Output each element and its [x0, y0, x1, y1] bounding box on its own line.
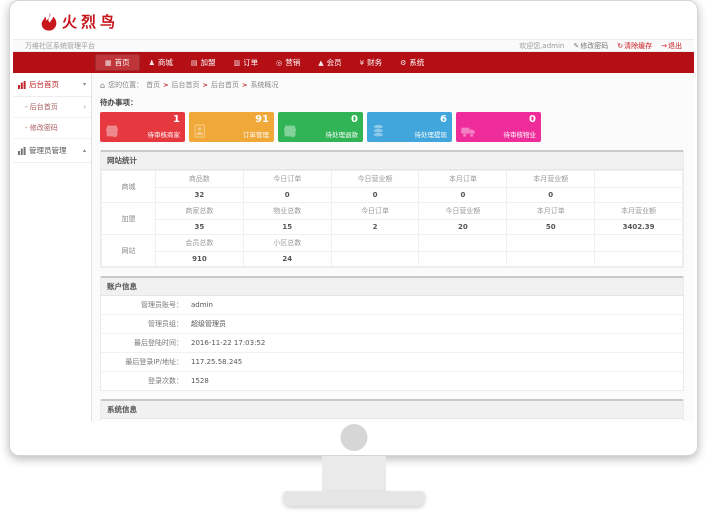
clear-cache-link[interactable]: ↻清除缓存 — [617, 41, 652, 51]
user-bar: 万维社区系统管理平台 欢迎您,admin ✎修改密码 ↻清除缓存 →退出 — [13, 39, 694, 52]
finance-icon: ¥ — [360, 59, 364, 67]
store-icon — [104, 123, 120, 139]
nav-item-mall[interactable]: ♟商城 — [140, 52, 182, 73]
nav-item-system[interactable]: ⚙系统 — [391, 52, 433, 73]
system-icon: ⚙ — [400, 59, 406, 67]
monitor-stand-base — [283, 491, 425, 506]
card-pending-refunds[interactable]: 0 待处理退款 — [278, 112, 363, 142]
monitor-camera — [340, 424, 367, 451]
todo-title: 待办事项： — [100, 97, 684, 108]
sidebar-group-dashboard[interactable]: 后台首页 ▾ — [13, 73, 91, 97]
content: 后台首页 ▾ - 后台首页 › - 修改密码 管理员管理 ▴ — [13, 73, 694, 421]
sidebar-group-admin-management[interactable]: 管理员管理 ▴ — [13, 139, 91, 163]
table-row: 网站 会员总数 小区总数 — [102, 235, 683, 252]
breadcrumb-item[interactable]: 首页 — [146, 80, 160, 90]
stats-table: 商城 商品数 今日订单 今日营业额 本月订单 本月营业额 32 — [101, 170, 683, 267]
franchise-icon: ▤ — [191, 59, 198, 67]
logout-icon: → — [661, 42, 667, 50]
arrow-right-icon: › — [83, 103, 86, 111]
sidebar-item-dashboard-home[interactable]: - 后台首页 › — [13, 97, 91, 118]
mall-icon: ♟ — [149, 59, 155, 67]
breadcrumb-item[interactable]: 后台首页 — [211, 80, 239, 90]
list-item: 管理员账号：admin — [101, 296, 683, 315]
order-person-icon — [193, 123, 209, 139]
list-item: 管理员组：超级管理员 — [101, 315, 683, 334]
breadcrumb-separator: > — [203, 81, 208, 89]
members-icon: ▲ — [318, 59, 323, 67]
breadcrumb: ⌂ 您的位置： 首页 > 后台首页 > 后台首页 > 系统概况 — [100, 80, 684, 90]
breadcrumb-item[interactable]: 系统概况 — [250, 80, 278, 90]
tagline: 万维社区系统管理平台 — [25, 41, 95, 51]
orders-icon: ▥ — [234, 59, 241, 67]
section-title: 账户信息 — [101, 276, 683, 296]
home-icon: ▦ — [105, 59, 112, 67]
main-nav: ▦首页 ♟商城 ▤加盟 ▥订单 ◎营销 ▲会员 ¥财务 ⚙系统 — [13, 52, 694, 73]
table-row: 910 24 — [102, 252, 683, 267]
chevron-down-icon: ▾ — [83, 81, 86, 88]
nav-item-orders[interactable]: ▥订单 — [225, 52, 268, 73]
section-site-stats: 网站统计 商城 商品数 今日订单 今日营业额 本月订单 本月营业 — [100, 150, 684, 268]
section-title: 网站统计 — [101, 150, 683, 170]
section-account-info: 账户信息 管理员账号：admin 管理员组：超级管理员 最后登陆时间：2016-… — [100, 276, 684, 391]
card-pending-property[interactable]: 0 待审核物业 — [456, 112, 541, 142]
sidebar-item-change-password[interactable]: - 修改密码 — [13, 118, 91, 139]
nav-item-finance[interactable]: ¥财务 — [351, 52, 391, 73]
logo-text: 火烈鸟 — [62, 11, 119, 32]
breadcrumb-separator: > — [242, 81, 247, 89]
change-password-link[interactable]: ✎修改密码 — [573, 41, 608, 51]
page: 火烈鸟 万维社区系统管理平台 欢迎您,admin ✎修改密码 ↻清除缓存 →退出… — [0, 0, 707, 514]
logout-link[interactable]: →退出 — [661, 41, 682, 51]
table-row: 商城 商品数 今日订单 今日营业额 本月订单 本月营业额 — [102, 171, 683, 188]
logo: 火烈鸟 — [41, 11, 119, 33]
bar-chart-icon — [18, 147, 26, 155]
app-header: 火烈鸟 — [13, 4, 694, 39]
main-panel: ⌂ 您的位置： 首页 > 后台首页 > 后台首页 > 系统概况 待办事项： — [92, 73, 694, 421]
card-pending-merchants[interactable]: 1 待审核商家 — [100, 112, 185, 142]
welcome-text: 欢迎您,admin — [519, 41, 564, 51]
section-title: 系统信息 — [101, 399, 683, 419]
flame-icon — [41, 11, 57, 33]
chevron-up-icon: ▴ — [83, 147, 86, 154]
list-item: 最后登录IP/地址：117.25.58.245 — [101, 353, 683, 372]
nav-item-marketing[interactable]: ◎营销 — [267, 52, 309, 73]
table-row: 加盟 商家总数 物业总数 今日订单 今日营业额 本月订单 本月营业额 — [102, 203, 683, 220]
monitor-frame: 火烈鸟 万维社区系统管理平台 欢迎您,admin ✎修改密码 ↻清除缓存 →退出… — [9, 0, 698, 456]
marketing-icon: ◎ — [276, 59, 282, 67]
version-value: v2.0.5 — [191, 420, 216, 421]
table-row: 35 15 2 20 50 3402.39 — [102, 220, 683, 235]
refresh-icon: ↻ — [617, 42, 623, 50]
list-item: 登录次数：1528 — [101, 372, 683, 390]
sidebar: 后台首页 ▾ - 后台首页 › - 修改密码 管理员管理 ▴ — [13, 73, 92, 421]
section-system-info: 系统信息 当前版本：v2.0.5 — [100, 399, 684, 421]
home-icon: ⌂ — [100, 81, 105, 90]
monitor-stand-neck — [322, 456, 386, 492]
breadcrumb-prefix: 您的位置： — [108, 80, 143, 90]
bar-chart-icon — [18, 81, 26, 89]
truck-icon — [460, 123, 476, 139]
list-item: 当前版本：v2.0.5 — [101, 419, 683, 421]
card-pending-withdrawals[interactable]: 6 待处理提现 — [367, 112, 452, 142]
list-item: 最后登陆时间：2016-11-22 17:03:52 — [101, 334, 683, 353]
breadcrumb-item[interactable]: 后台首页 — [172, 80, 200, 90]
edit-icon: ✎ — [573, 42, 579, 50]
nav-item-home[interactable]: ▦首页 — [95, 54, 140, 71]
coins-icon — [371, 123, 387, 139]
table-row: 32 0 0 0 0 — [102, 188, 683, 203]
nav-item-members[interactable]: ▲会员 — [309, 52, 350, 73]
card-order-management[interactable]: 91 订单管理 — [189, 112, 274, 142]
screen: 火烈鸟 万维社区系统管理平台 欢迎您,admin ✎修改密码 ↻清除缓存 →退出… — [13, 4, 694, 421]
todo-cards: 1 待审核商家 91 订单管理 0 待处理退款 — [100, 112, 684, 142]
refund-store-icon — [282, 123, 298, 139]
nav-item-franchise[interactable]: ▤加盟 — [182, 52, 225, 73]
breadcrumb-separator: > — [163, 81, 168, 89]
